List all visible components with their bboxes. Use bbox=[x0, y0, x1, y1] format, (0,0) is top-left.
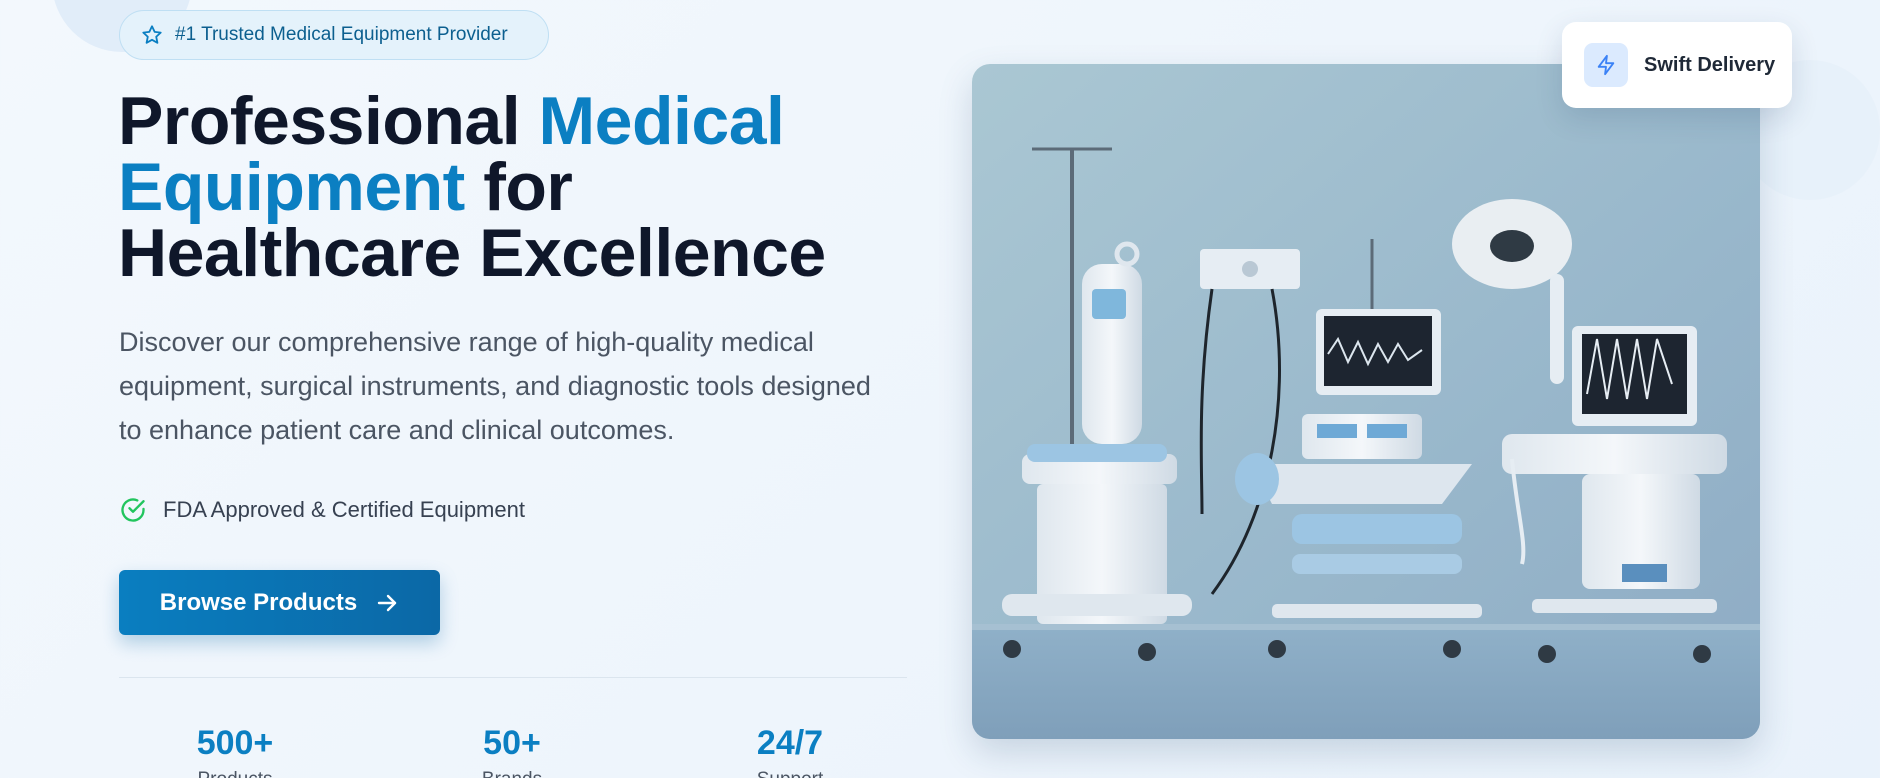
browse-products-button[interactable]: Browse Products bbox=[119, 570, 440, 635]
stat-value: 50+ bbox=[483, 724, 541, 762]
lightning-icon-badge bbox=[1584, 43, 1628, 87]
trusted-provider-badge: #1 Trusted Medical Equipment Provider bbox=[119, 10, 549, 60]
equipment-illustration bbox=[972, 64, 1760, 739]
badge-label: #1 Trusted Medical Equipment Provider bbox=[175, 24, 508, 45]
swift-delivery-card: Swift Delivery bbox=[1562, 22, 1792, 108]
fda-feature: FDA Approved & Certified Equipment bbox=[119, 496, 525, 524]
hero-description: Discover our comprehensive range of high… bbox=[119, 327, 871, 445]
stat-label: Products bbox=[185, 769, 285, 778]
arrow-right-icon bbox=[377, 594, 397, 611]
feature-label: FDA Approved & Certified Equipment bbox=[163, 497, 525, 522]
browse-products-label: Browse Products bbox=[159, 588, 358, 616]
swift-delivery-label: Swift Delivery bbox=[1644, 53, 1776, 76]
stat-label: Support bbox=[740, 769, 840, 778]
stats-divider bbox=[119, 677, 907, 678]
stat-support: 24/7 Support bbox=[740, 723, 840, 778]
lightning-icon bbox=[1597, 54, 1615, 76]
star-icon bbox=[142, 25, 162, 44]
stat-products: 500+ Products bbox=[185, 723, 285, 778]
check-circle-icon bbox=[121, 498, 145, 522]
stat-value: 24/7 bbox=[756, 724, 824, 762]
hero-title-part: Professional bbox=[118, 83, 539, 159]
hero-title: Professional Medical Equipment for Healt… bbox=[118, 87, 918, 287]
stat-brands: 50+ Brands bbox=[467, 723, 557, 778]
stat-label: Brands bbox=[467, 769, 557, 778]
stat-value: 500+ bbox=[196, 724, 274, 762]
medical-equipment-image bbox=[972, 64, 1760, 739]
